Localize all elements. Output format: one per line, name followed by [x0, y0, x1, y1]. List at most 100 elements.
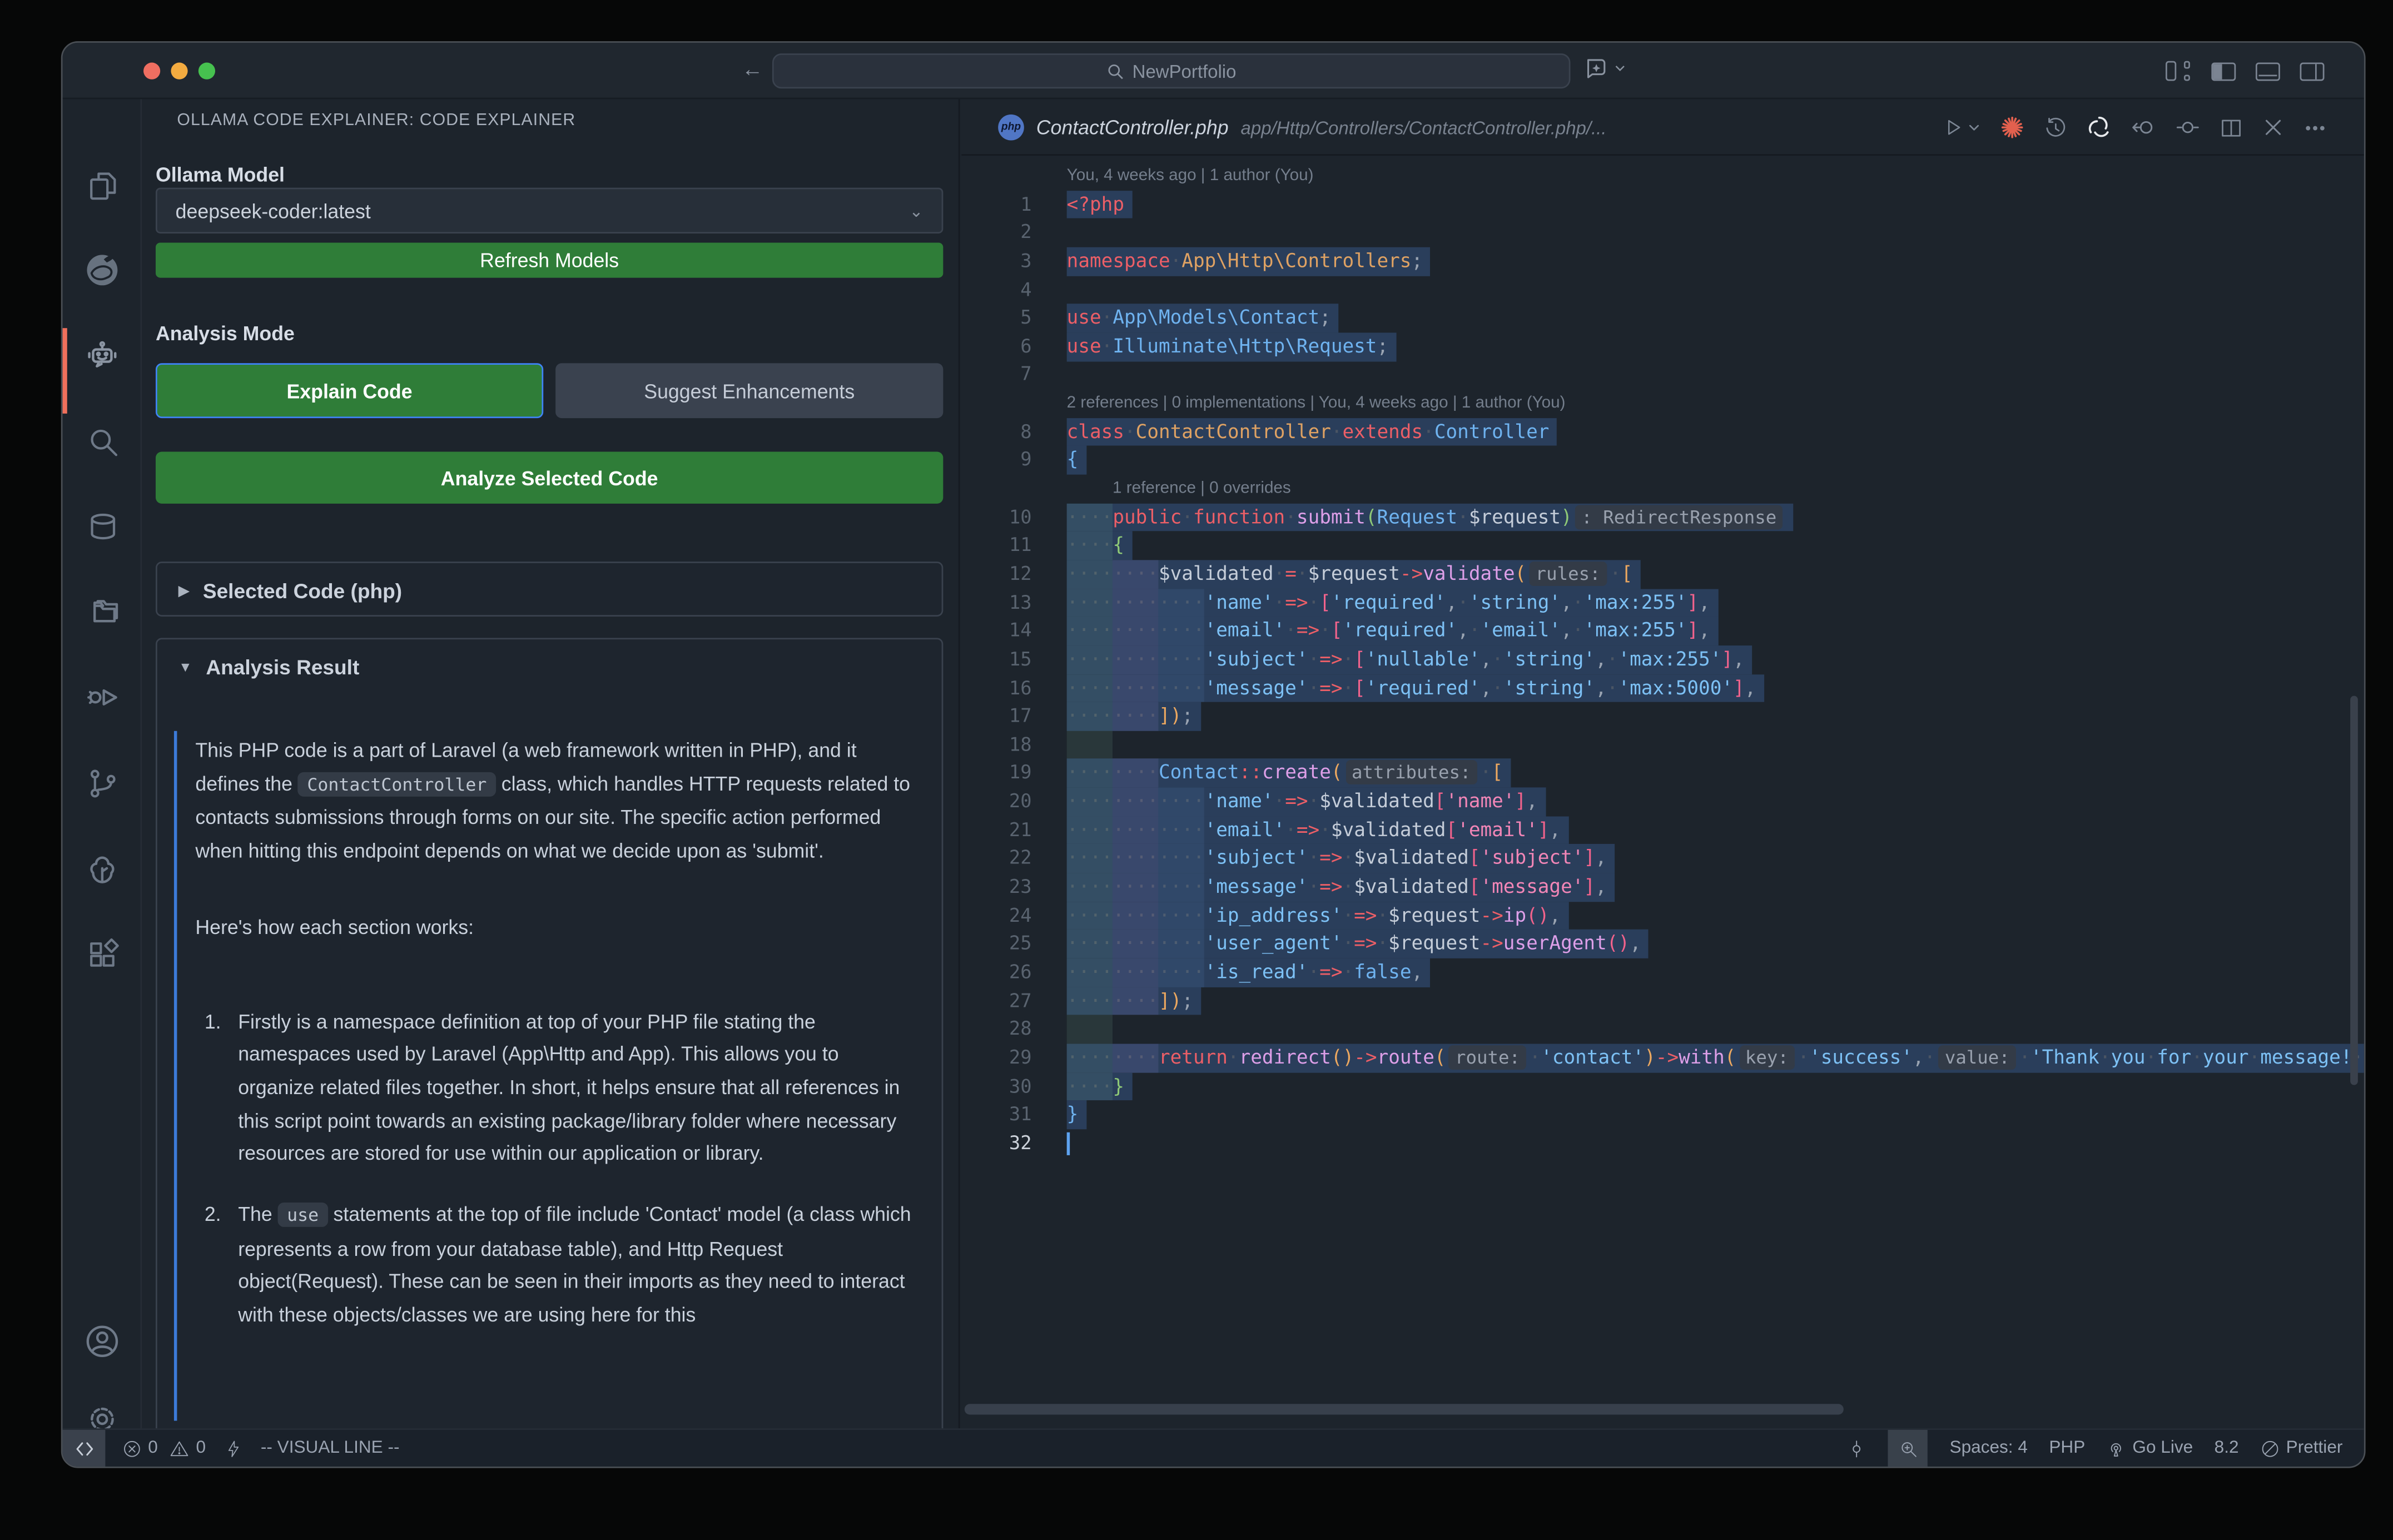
code-line[interactable]: 4: [961, 276, 2364, 304]
line-content[interactable]: {: [1067, 446, 1086, 475]
account-icon[interactable]: [63, 1305, 142, 1378]
code-line[interactable]: 25············'user_agent'·=>·$request->…: [961, 930, 2364, 958]
line-content[interactable]: ············'is_read'·=>·false,: [1067, 958, 1431, 987]
open-changes-icon[interactable]: [2131, 115, 2157, 141]
compare-icon[interactable]: [2174, 115, 2201, 141]
indentation-indicator[interactable]: Spaces: 4: [1950, 1439, 2028, 1457]
explain-code-button[interactable]: Explain Code: [156, 363, 543, 418]
sidebar-item-ollama-code-explainer[interactable]: [63, 319, 142, 393]
sidebar-item-search[interactable]: [63, 404, 142, 478]
code-line[interactable]: 18: [961, 731, 2364, 759]
selected-code-section[interactable]: ▶ Selected Code (php): [156, 562, 943, 617]
php-version-indicator[interactable]: 8.2: [2215, 1439, 2239, 1457]
code-line[interactable]: 8class·ContactController·extends·Control…: [961, 418, 2364, 446]
code-line[interactable]: 22············'subject'·=>·$validated['s…: [961, 844, 2364, 873]
code-line[interactable]: 3namespace·App\Http\Controllers;: [961, 247, 2364, 275]
sidebar-item-code-rabbit[interactable]: [63, 234, 142, 307]
line-content[interactable]: <?php: [1067, 190, 1132, 218]
line-content[interactable]: ············'email'·=>·['required',·'ema…: [1067, 617, 1718, 645]
close-window-button[interactable]: [143, 62, 160, 78]
toggle-panel-icon[interactable]: [2256, 62, 2280, 80]
line-content[interactable]: ············'subject'·=>·['nullable',·'s…: [1067, 645, 1752, 674]
code-line[interactable]: 28: [961, 1015, 2364, 1044]
line-content[interactable]: use·Illuminate\Http\Request;: [1067, 332, 1396, 361]
codelens-label[interactable]: 2 references | 0 implementations | You, …: [1067, 389, 1566, 418]
code-line[interactable]: 12········$validated·=·$request->validat…: [961, 560, 2364, 588]
customize-layout-icon[interactable]: [2166, 61, 2192, 81]
code-line[interactable]: 15············'subject'·=>·['nullable',·…: [961, 645, 2364, 674]
code-line[interactable]: 30····}: [961, 1072, 2364, 1100]
line-content[interactable]: namespace·App\Http\Controllers;: [1067, 247, 1431, 275]
code-line[interactable]: 24············'ip_address'·=>·$request->…: [961, 901, 2364, 930]
timeline-icon[interactable]: [2043, 115, 2068, 140]
codelens-row[interactable]: You, 4 weeks ago | 1 author (You): [961, 162, 2364, 190]
line-content[interactable]: ········Contact::create(attributes:·[: [1067, 759, 1511, 787]
code-line[interactable]: 5use·App\Models\Contact;: [961, 304, 2364, 332]
code-line[interactable]: 19········Contact::create(attributes:·[: [961, 759, 2364, 787]
sidebar-item-testing[interactable]: [63, 661, 142, 734]
line-content[interactable]: ····public·function·submit(Request·$requ…: [1067, 503, 1794, 531]
sparkle-icon[interactable]: [1999, 115, 2025, 141]
copilot-icon[interactable]: [1584, 55, 1627, 80]
go-live-button[interactable]: Go Live: [2107, 1438, 2193, 1458]
language-indicator[interactable]: PHP: [2049, 1439, 2085, 1457]
codelens-row[interactable]: 2 references | 0 implementations | You, …: [961, 389, 2364, 418]
code-line[interactable]: 23············'message'·=>·$validated['m…: [961, 873, 2364, 901]
line-content[interactable]: }: [1067, 1100, 1086, 1129]
code-line[interactable]: 13············'name'·=>·['required',·'st…: [961, 588, 2364, 617]
code-line[interactable]: 20············'name'·=>·$validated['name…: [961, 788, 2364, 816]
bolt-icon[interactable]: [224, 1438, 242, 1458]
sidebar-item-source-control[interactable]: [63, 746, 142, 819]
line-content[interactable]: ············'user_agent'·=>·$request->us…: [1067, 930, 1649, 958]
commit-icon[interactable]: [1848, 1438, 1868, 1458]
codelens-row[interactable]: 1 reference | 0 overrides: [961, 475, 2364, 503]
code-line[interactable]: 16············'message'·=>·['required',·…: [961, 674, 2364, 702]
more-actions-icon[interactable]: [2303, 115, 2327, 140]
sidebar-item-database[interactable]: [63, 490, 142, 563]
sidebar-item-folders[interactable]: [63, 575, 142, 649]
code-line[interactable]: 1<?php: [961, 190, 2364, 218]
code-line[interactable]: 26············'is_read'·=>·false,: [961, 958, 2364, 987]
code-line[interactable]: 6use·Illuminate\Http\Request;: [961, 332, 2364, 361]
line-content[interactable]: class·ContactController·extends·Controll…: [1067, 418, 1557, 446]
line-content[interactable]: ············'email'·=>·$validated['email…: [1067, 816, 1568, 844]
code-line[interactable]: 31}: [961, 1100, 2364, 1129]
split-editor-icon[interactable]: [2219, 115, 2243, 140]
toggle-secondary-sidebar-icon[interactable]: [2300, 62, 2325, 80]
line-content[interactable]: ············'message'·=>·$validated['mes…: [1067, 873, 1615, 901]
refresh-models-button[interactable]: Refresh Models: [156, 242, 943, 277]
vim-mode-indicator[interactable]: -- VISUAL LINE --: [261, 1439, 400, 1457]
line-content[interactable]: ············'subject'·=>·$validated['sub…: [1067, 844, 1615, 873]
horizontal-scrollbar[interactable]: [965, 1404, 1844, 1414]
analysis-result-header[interactable]: ▼ Analysis Result: [157, 639, 942, 694]
run-button[interactable]: [1942, 116, 1981, 139]
analyze-selected-code-button[interactable]: Analyze Selected Code: [156, 451, 943, 503]
vertical-scrollbar[interactable]: [2350, 696, 2358, 1085]
remote-indicator[interactable]: [63, 1429, 106, 1468]
code-line[interactable]: 2: [961, 218, 2364, 247]
line-content[interactable]: ············'name'·=>·$validated['name']…: [1067, 788, 1546, 816]
breadcrumb[interactable]: php ContactController.php app/Http/Contr…: [998, 99, 1606, 156]
code-line[interactable]: 27········]);: [961, 987, 2364, 1015]
back-arrow-icon[interactable]: ←: [739, 57, 766, 81]
command-center-search[interactable]: NewPortfolio: [772, 53, 1571, 88]
codelens-label[interactable]: 1 reference | 0 overrides: [1113, 475, 1291, 503]
codelens-label[interactable]: You, 4 weeks ago | 1 author (You): [1067, 162, 1314, 190]
code-line[interactable]: 29········return·redirect()->route(route…: [961, 1044, 2364, 1072]
code-area[interactable]: You, 4 weeks ago | 1 author (You)1<?php2…: [961, 162, 2364, 1158]
line-content[interactable]: ········]);: [1067, 702, 1201, 731]
line-content[interactable]: ············'message'·=>·['required',·'s…: [1067, 674, 1764, 702]
chatgpt-icon[interactable]: [2086, 115, 2112, 141]
sidebar-item-project-tree[interactable]: [63, 832, 142, 905]
suggest-enhancements-button[interactable]: Suggest Enhancements: [555, 363, 943, 418]
sidebar-item-extensions[interactable]: [63, 917, 142, 991]
line-content[interactable]: ············'ip_address'·=>·$request->ip…: [1067, 901, 1568, 930]
line-content[interactable]: ········return·redirect()->route(route:·…: [1067, 1044, 2364, 1072]
problems-indicator[interactable]: 0 0: [122, 1438, 206, 1458]
line-content[interactable]: ········]);: [1067, 987, 1201, 1015]
screencast-zoom-indicator[interactable]: [1889, 1429, 1928, 1468]
code-line[interactable]: 14············'email'·=>·['required',·'e…: [961, 617, 2364, 645]
sidebar-item-explorer[interactable]: [63, 148, 142, 221]
line-content[interactable]: use·App\Models\Contact;: [1067, 304, 1339, 332]
prettier-indicator[interactable]: Prettier: [2260, 1438, 2342, 1458]
